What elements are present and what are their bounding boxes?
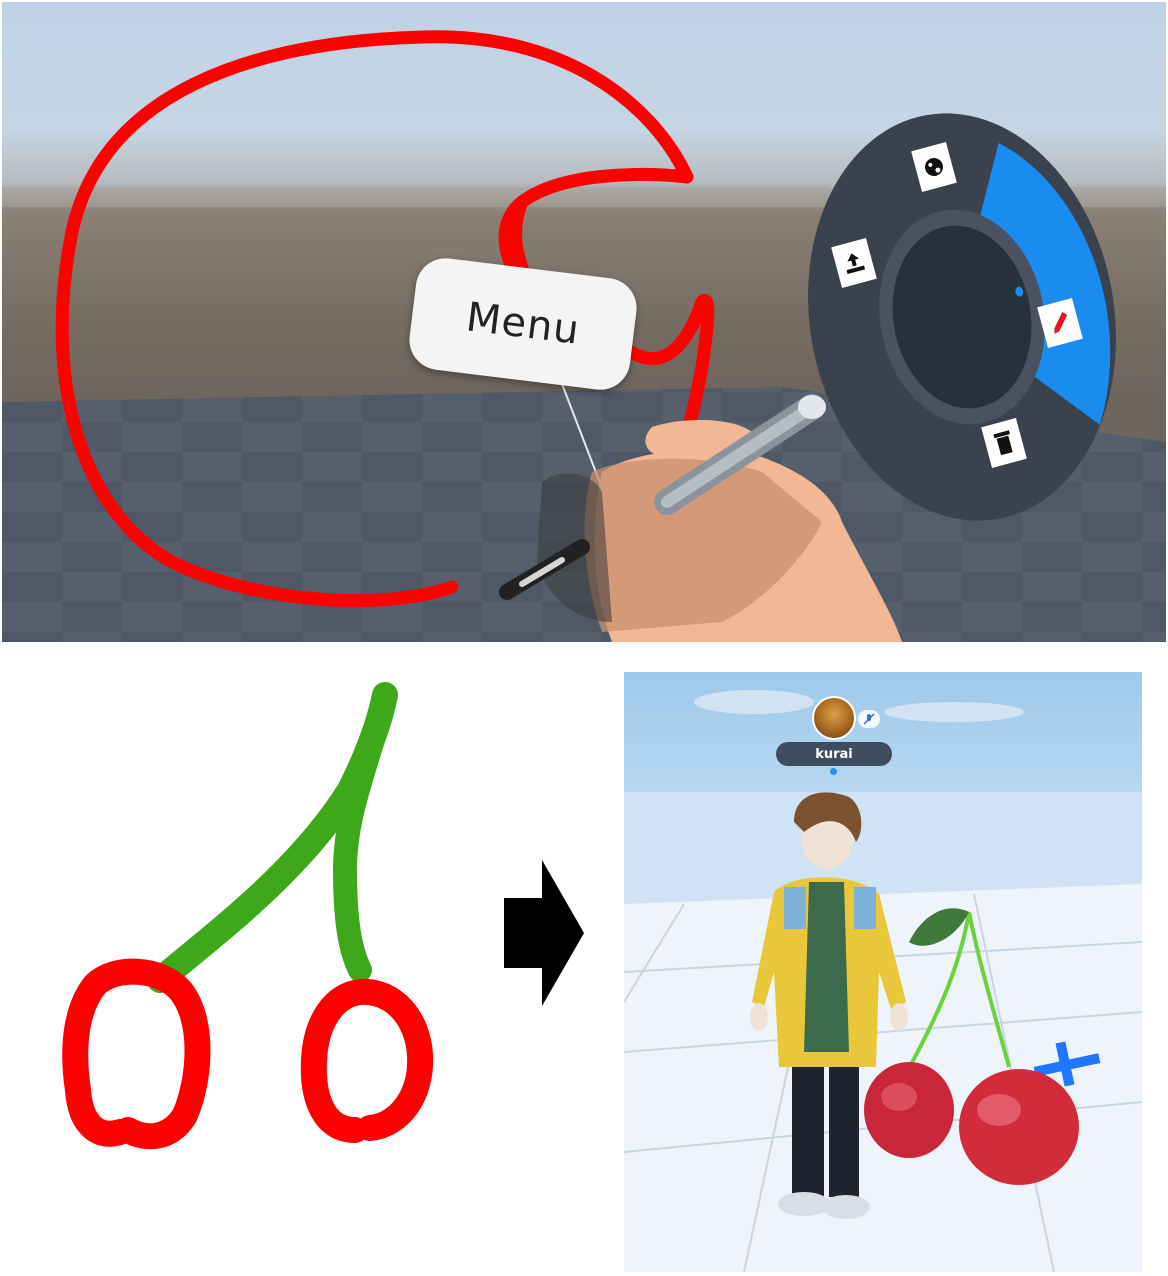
username-tag-indicator — [830, 768, 837, 775]
cherry-sketch — [62, 682, 434, 1150]
muted-mic-icon[interactable] — [858, 710, 880, 728]
sketch-cherry-right — [300, 978, 434, 1143]
generated-3d-scene[interactable]: kurai — [624, 672, 1142, 1272]
vr-drawing-view[interactable]: Menu — [2, 2, 1166, 642]
right-arrow-icon — [504, 860, 584, 1006]
pen-icon — [1054, 312, 1068, 334]
user-avatar-icon[interactable] — [812, 696, 856, 740]
trash-icon — [993, 430, 1013, 456]
share-upload-icon — [846, 253, 866, 275]
sketch-cherry-left — [62, 958, 211, 1150]
username-tag: kurai — [776, 742, 892, 766]
sketch-stem-right — [332, 683, 397, 982]
palette-icon — [925, 158, 943, 176]
figure: Menu kurai — [0, 0, 1168, 1276]
